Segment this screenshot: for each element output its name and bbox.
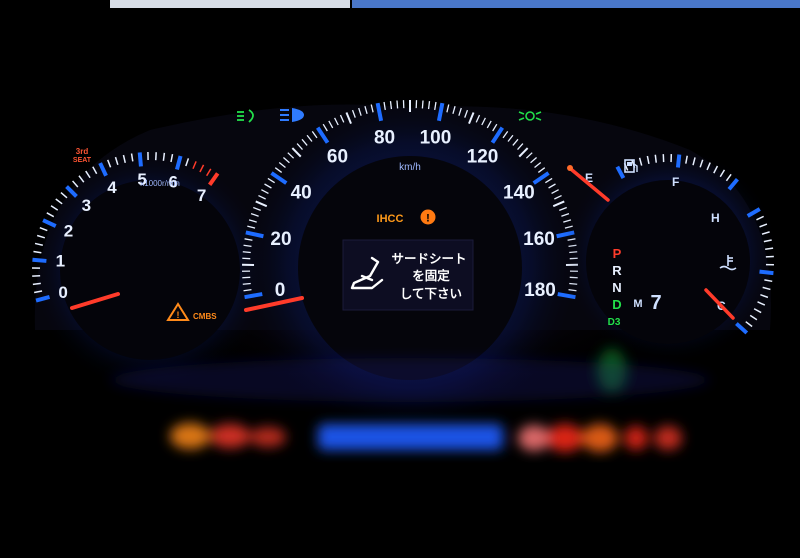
gear-r: R xyxy=(612,263,622,278)
mode-value: 7 xyxy=(650,292,661,314)
tach-label: 7 xyxy=(197,186,206,205)
speedo-label: 120 xyxy=(467,147,499,168)
speedo-label: 20 xyxy=(270,229,291,250)
speedo-label: 60 xyxy=(327,147,348,168)
seat-label-line2: SEAT xyxy=(73,157,92,164)
lcd-message-line3: して下さい xyxy=(400,287,462,301)
seat-label-line1: 3rd xyxy=(76,147,89,156)
tach-label: 1 xyxy=(56,252,65,271)
speedo-minor-tick xyxy=(242,282,251,285)
temp-tick xyxy=(765,247,774,250)
temp-hot-label: H xyxy=(711,211,720,225)
speedo-label: 180 xyxy=(524,280,556,301)
speedo-label: 40 xyxy=(291,182,312,203)
tach-minor-tick xyxy=(32,282,41,286)
speedo-minor-tick xyxy=(421,100,424,109)
gear-p: P xyxy=(613,246,622,261)
cmbs-label: CMBS xyxy=(193,312,217,321)
speedo-label: 80 xyxy=(374,127,395,148)
gear-d3: D3 xyxy=(608,317,621,328)
master-warning-icon: ! xyxy=(420,209,436,225)
lcd-message-line2: を固定 xyxy=(412,268,450,283)
speedo-label: 100 xyxy=(420,127,452,148)
svg-text:!: ! xyxy=(426,213,430,225)
gear-n: N xyxy=(612,280,621,295)
speedo-label: 160 xyxy=(523,229,555,250)
speedo-label: 140 xyxy=(503,182,535,203)
speedo-minor-tick xyxy=(389,101,393,110)
speedo-minor-tick xyxy=(242,251,251,254)
tach-major-tick xyxy=(137,152,143,167)
fuel-full-label: F xyxy=(672,175,679,189)
instrument-cluster: 01234 5 67 x1000r/min 3rd SEAT ! CMBS 0204… xyxy=(28,90,780,452)
tach-label: 3 xyxy=(82,196,91,215)
lcd-message-line1: サードシート xyxy=(391,252,466,266)
svg-text:!: ! xyxy=(177,310,180,320)
fuel-tick xyxy=(654,154,657,163)
speedo-label: 0 xyxy=(275,280,286,301)
tach-major-tick xyxy=(32,257,47,263)
mode-label: M xyxy=(633,298,642,310)
tach-label: 4 xyxy=(107,178,117,197)
tach-label: 0 xyxy=(58,283,67,302)
ihcc-label: IHCC xyxy=(377,213,404,225)
speedo-minor-tick xyxy=(396,100,399,109)
temp-tick xyxy=(759,269,774,276)
fuel-temp-gauge: E F H C P R N D D3 M 7 xyxy=(560,145,780,365)
fuel-tick xyxy=(675,154,682,168)
speedo-unit: km/h xyxy=(399,162,421,173)
fuel-needle-tip xyxy=(567,165,573,171)
gear-d: D xyxy=(612,297,621,312)
tach-minor-tick xyxy=(162,152,166,161)
tach-label: 2 xyxy=(64,221,73,240)
speedo-minor-tick xyxy=(427,101,431,110)
tach-unit: x1000r/min xyxy=(140,179,180,188)
